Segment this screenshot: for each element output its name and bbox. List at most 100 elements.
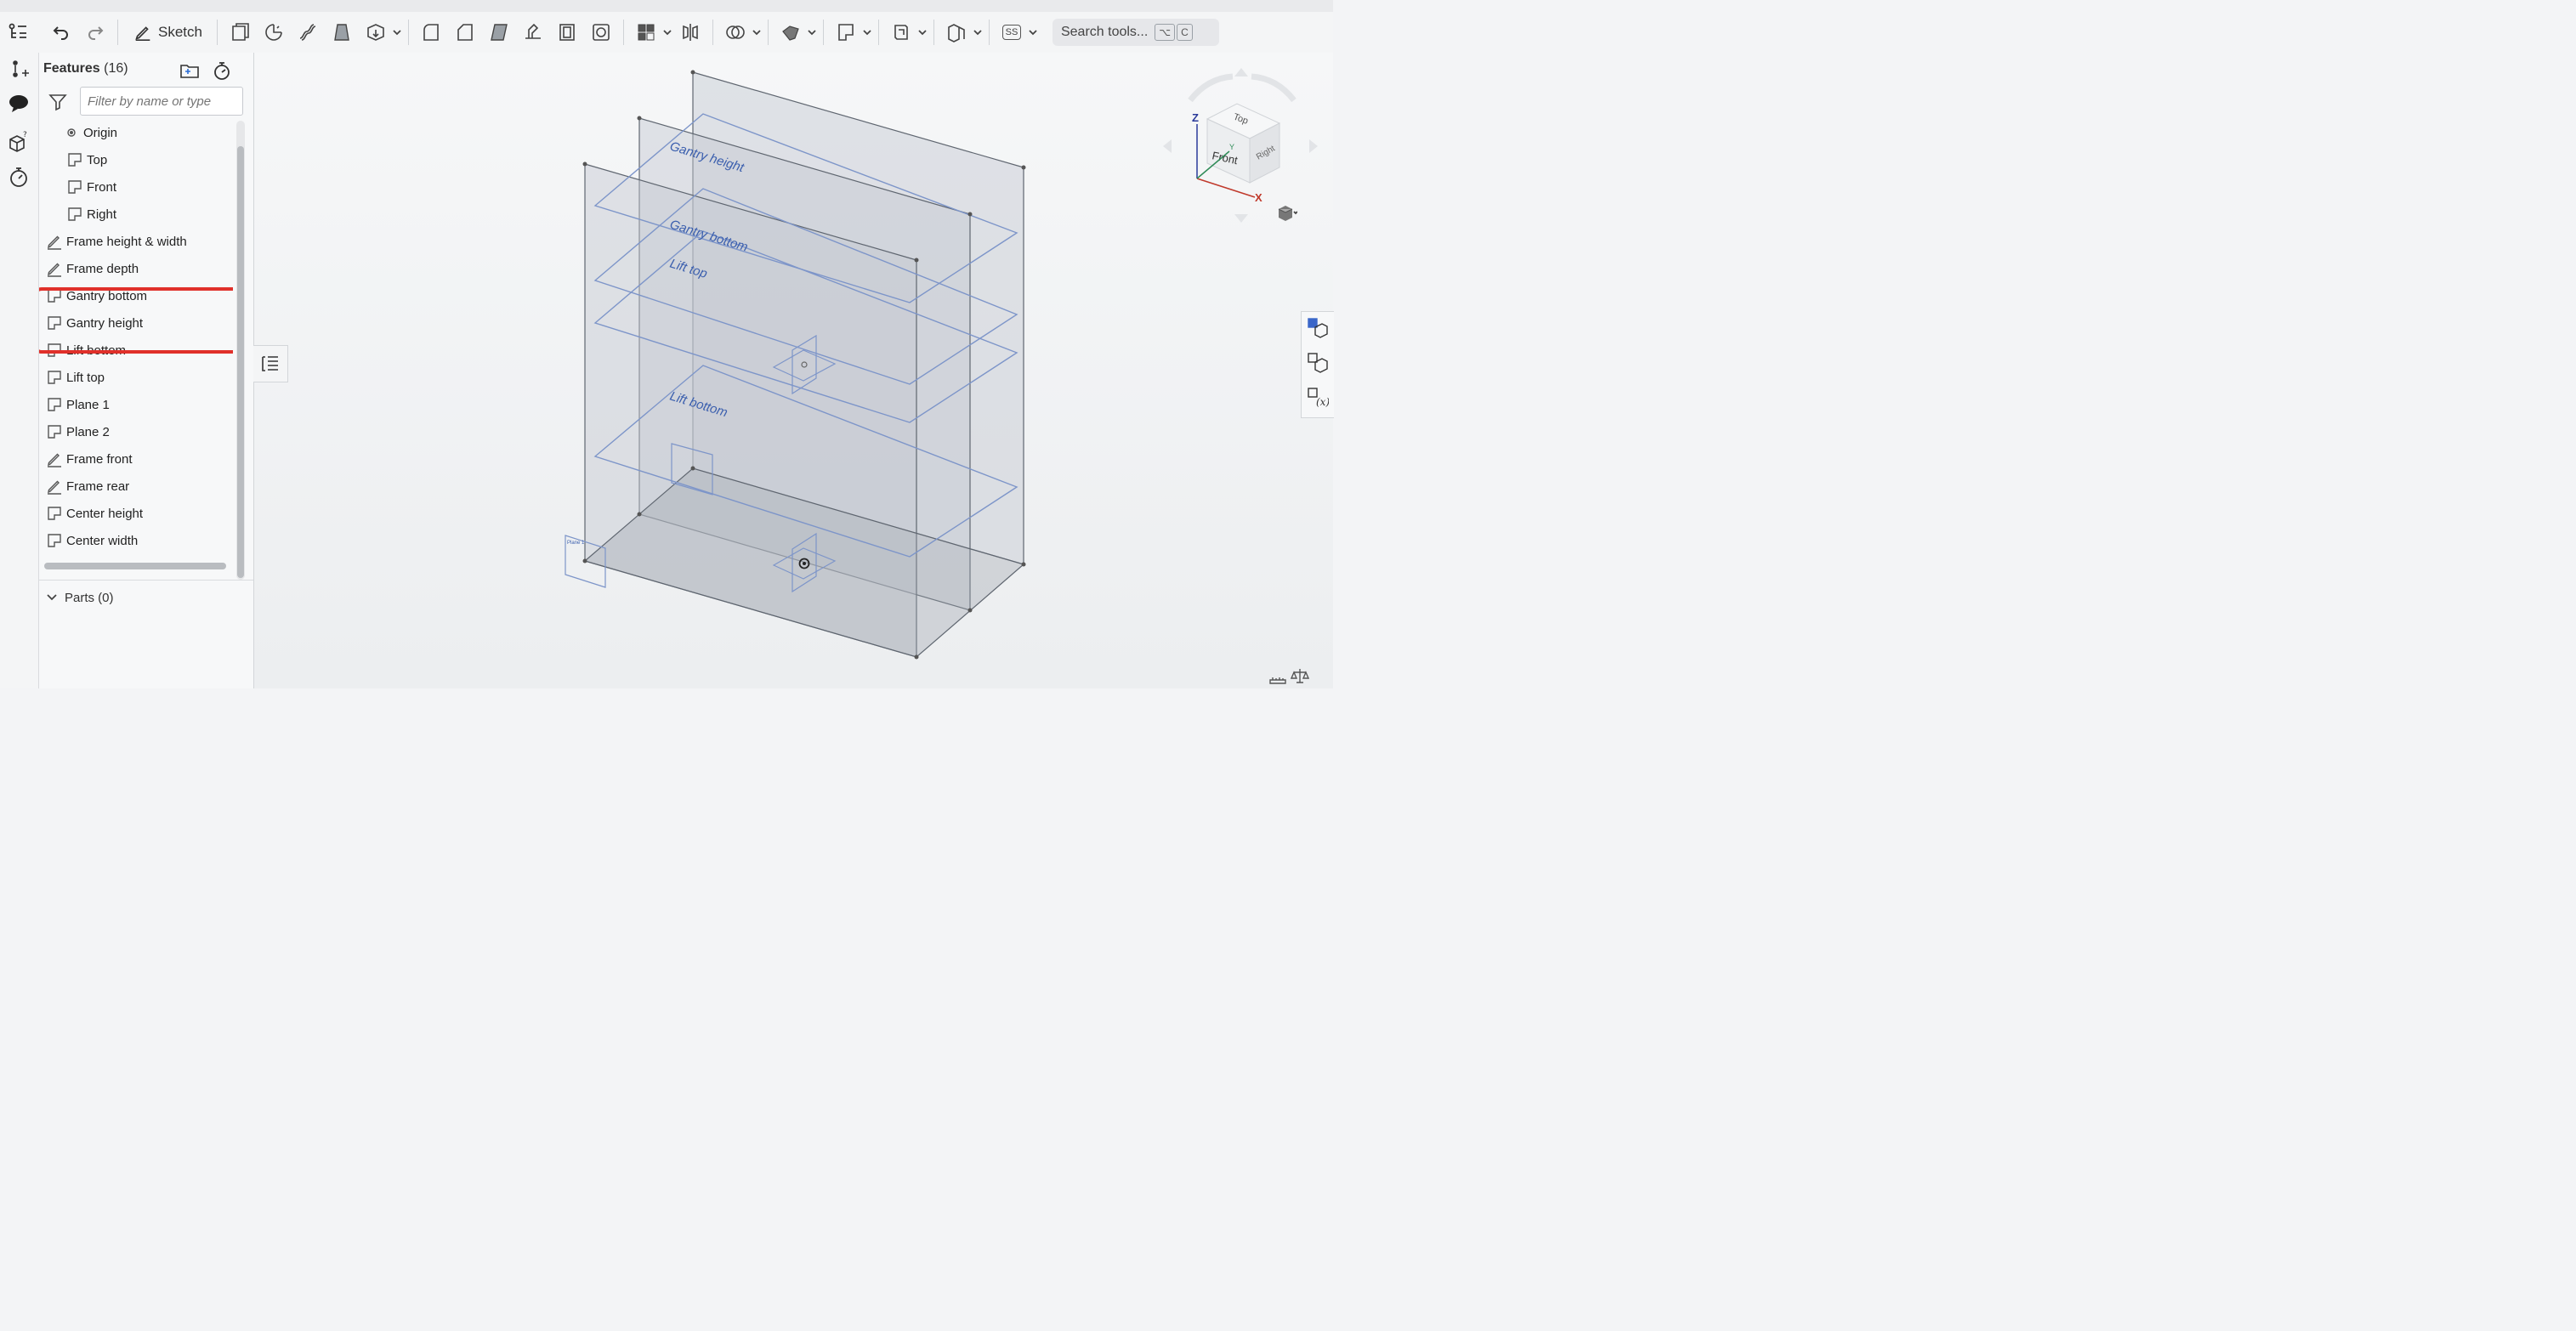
feature-label: Top — [87, 152, 108, 167]
toolbar-divider — [933, 20, 934, 45]
vertex — [582, 558, 587, 564]
arrow-left-icon[interactable] — [1163, 139, 1172, 153]
measure-icon[interactable] — [1268, 666, 1287, 685]
feature-tree: Origin Top Front Right Frame height & wi… — [39, 119, 233, 561]
vertex — [967, 212, 973, 217]
view-options-cube-icon[interactable] — [1275, 202, 1297, 224]
undo-icon[interactable] — [47, 18, 76, 47]
filter-icon[interactable] — [48, 92, 68, 112]
feature-item-top[interactable]: Top — [39, 146, 233, 173]
feature-list-toggle-icon[interactable] — [3, 18, 32, 47]
feature-item-plane-2[interactable]: Plane 2 — [39, 418, 233, 445]
stopwatch-icon[interactable] — [7, 165, 31, 189]
main-toolbar: Sketch SS Search tools... ⌥ C — [0, 12, 1333, 54]
feature-filter-input[interactable] — [80, 87, 243, 116]
toolbar-divider — [216, 20, 218, 45]
extrude-icon[interactable] — [225, 18, 254, 47]
add-folder-icon[interactable] — [179, 59, 201, 82]
fillet-icon[interactable] — [417, 18, 445, 47]
draft-icon[interactable] — [485, 18, 513, 47]
variable-table-icon[interactable]: (x) — [1307, 387, 1329, 409]
chevron-down-icon — [47, 594, 57, 601]
shell-icon[interactable] — [553, 18, 582, 47]
list-toggle-button[interactable] — [253, 345, 288, 382]
mass-properties-icon[interactable] — [1291, 666, 1309, 685]
chevron-down-icon[interactable] — [916, 26, 928, 38]
origin-marker-center — [803, 562, 806, 565]
shortcut-key: C — [1177, 24, 1193, 41]
sketch-label: Sketch — [158, 24, 202, 40]
feature-item-frame-front[interactable]: Frame front — [39, 445, 233, 473]
svg-text:?: ? — [23, 131, 27, 139]
feature-list-horizontal-scrollbar[interactable] — [44, 563, 226, 569]
features-title: Features (16) — [43, 61, 128, 76]
pattern-icon[interactable] — [632, 18, 661, 47]
feature-item-center-width[interactable]: Center width — [39, 527, 233, 554]
vertex — [637, 116, 642, 121]
feature-item-front[interactable]: Front — [39, 173, 233, 201]
appearance-panel-icon[interactable] — [1307, 317, 1329, 339]
feature-item-frame-height-width[interactable]: Frame height & width — [39, 228, 233, 255]
thicken-icon[interactable] — [361, 18, 390, 47]
arrow-down-icon[interactable] — [1234, 214, 1248, 223]
feature-item-frame-depth[interactable]: Frame depth — [39, 255, 233, 282]
insert-mate-connector-icon[interactable] — [7, 58, 31, 82]
list-icon — [262, 356, 278, 371]
comment-icon[interactable] — [7, 92, 31, 116]
feature-label: Frame rear — [66, 479, 130, 494]
plane-icon — [48, 507, 61, 520]
sheet-metal-icon[interactable] — [887, 18, 916, 47]
mirror-icon[interactable] — [676, 18, 705, 47]
svg-text:(x): (x) — [1316, 396, 1329, 408]
vertex — [967, 608, 973, 613]
chevron-down-icon[interactable] — [861, 26, 873, 38]
sketch-icon — [48, 453, 61, 467]
toolbar-divider — [712, 20, 713, 45]
features-count: (16) — [104, 61, 128, 76]
rib-icon[interactable] — [519, 18, 548, 47]
view-cube[interactable]: Top Front Right Z X Y — [1161, 66, 1323, 228]
plane-icon — [48, 398, 61, 411]
boolean-icon[interactable] — [721, 18, 750, 47]
axis-y-label: Y — [1229, 143, 1234, 151]
frame-icon[interactable] — [942, 18, 971, 47]
sketch-button[interactable]: Sketch — [126, 18, 209, 47]
feature-item-origin[interactable]: Origin — [39, 119, 233, 146]
vertex — [637, 512, 642, 517]
toolbar-divider — [407, 20, 409, 45]
feature-item-frame-rear[interactable]: Frame rear — [39, 473, 233, 500]
feature-item-right[interactable]: Right — [39, 201, 233, 228]
arrow-right-icon[interactable] — [1309, 139, 1318, 153]
scrollbar-thumb[interactable] — [237, 146, 244, 578]
vertex — [914, 654, 919, 660]
chevron-down-icon[interactable] — [972, 26, 984, 38]
hole-icon[interactable] — [587, 18, 616, 47]
chevron-down-icon[interactable] — [661, 26, 673, 38]
chamfer-icon[interactable] — [451, 18, 479, 47]
loft-icon[interactable] — [327, 18, 356, 47]
arrow-up-icon[interactable] — [1234, 68, 1248, 76]
chevron-down-icon[interactable] — [806, 26, 818, 38]
redo-icon[interactable] — [81, 18, 110, 47]
parts-variables-icon[interactable] — [1307, 352, 1329, 374]
modify-face-icon[interactable] — [776, 18, 805, 47]
rollback-timer-icon[interactable] — [211, 59, 233, 82]
sweep-icon[interactable] — [293, 18, 322, 47]
chevron-down-icon[interactable] — [1027, 26, 1039, 38]
chevron-down-icon[interactable] — [391, 26, 403, 38]
feature-item-plane-1[interactable]: Plane 1 — [39, 391, 233, 418]
plane-icon — [68, 180, 82, 194]
toolbar-divider — [767, 20, 769, 45]
feature-list-scrollbar[interactable] — [236, 121, 245, 580]
plane-tool-icon[interactable] — [831, 18, 860, 47]
rotate-arrows-icon[interactable] — [1188, 73, 1297, 103]
search-tools-button[interactable]: Search tools... ⌥ C — [1052, 19, 1219, 46]
custom-feature-icon[interactable]: SS — [997, 18, 1026, 47]
vertex — [914, 258, 919, 263]
feature-item-lift-top[interactable]: Lift top — [39, 364, 233, 391]
revolve-icon[interactable] — [259, 18, 288, 47]
feature-item-center-height[interactable]: Center height — [39, 500, 233, 527]
chevron-down-icon[interactable] — [751, 26, 763, 38]
parts-section-header[interactable]: Parts (0) — [39, 580, 253, 615]
part-studio-help-icon[interactable]: ? — [7, 129, 31, 153]
